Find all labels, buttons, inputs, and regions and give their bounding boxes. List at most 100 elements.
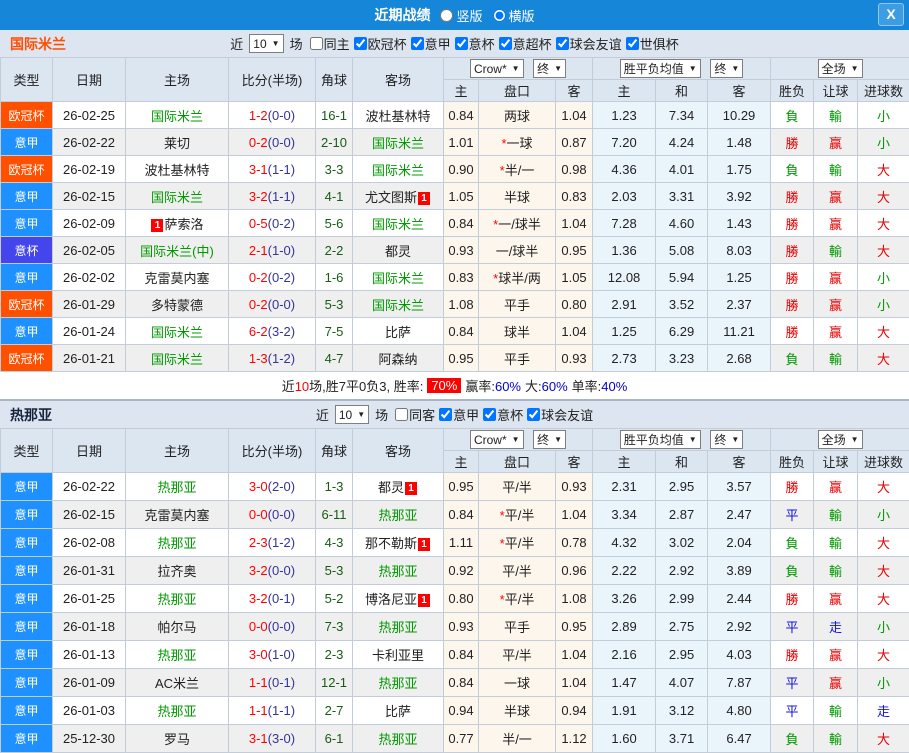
full-time-score: 2-3 xyxy=(249,535,268,550)
crow-away-odds: 1.04 xyxy=(556,669,593,697)
crow-home-odds: 0.83 xyxy=(444,264,479,291)
checkbox[interactable] xyxy=(483,408,496,421)
checkbox[interactable] xyxy=(439,408,452,421)
crow-home-odds: 0.95 xyxy=(444,473,479,501)
checkbox[interactable] xyxy=(411,37,424,50)
score-cell: 0-2(0-0) xyxy=(229,129,316,156)
layout-option-horizontal[interactable]: 横版 xyxy=(493,6,535,25)
checkbox[interactable] xyxy=(626,37,639,50)
odds-final-select[interactable]: 终▼ xyxy=(533,59,566,78)
filter-checkbox[interactable]: 意杯 xyxy=(479,405,523,424)
summary-stat: 单率:40% xyxy=(572,376,628,395)
result-wdl: 勝 xyxy=(771,210,814,237)
avg-select[interactable]: 胜平负均值▼ xyxy=(620,59,701,78)
crow-away-odds: 0.78 xyxy=(556,529,593,557)
filter-checkbox[interactable]: 欧冠杯 xyxy=(350,34,407,53)
corner-score: 5-3 xyxy=(316,557,353,585)
col-away: 客场 xyxy=(353,58,444,102)
filter-checkbox[interactable]: 意甲 xyxy=(407,34,451,53)
filter-checkbox[interactable]: 同主 xyxy=(306,34,350,53)
half-time-score: (1-2) xyxy=(268,535,295,550)
full-time-score: 1-3 xyxy=(249,351,268,366)
result-handicap: 赢 xyxy=(814,318,858,345)
close-icon[interactable]: X xyxy=(878,3,904,26)
result-handicap: 輸 xyxy=(814,237,858,264)
league-badge: 意甲 xyxy=(1,529,53,557)
filter-checkbox[interactable]: 意甲 xyxy=(435,405,479,424)
star-marker: * xyxy=(500,536,505,551)
match-row: 意甲26-01-13热那亚3-0(1-0)2-3卡利亚里0.84平/半1.042… xyxy=(1,641,909,669)
result-goals: 大 xyxy=(858,345,909,372)
filter-checkbox[interactable]: 球会友谊 xyxy=(552,34,622,53)
crow-away-odds: 1.12 xyxy=(556,725,593,753)
filter-checkbox[interactable]: 意超杯 xyxy=(495,34,552,53)
avg-select[interactable]: 胜平负均值▼ xyxy=(620,430,701,449)
checkbox[interactable] xyxy=(556,37,569,50)
scope-select[interactable]: 全场▼ xyxy=(818,430,863,449)
away-team: 比萨 xyxy=(353,318,444,345)
crow-away-odds: 0.98 xyxy=(556,156,593,183)
handicap-line: *平/半 xyxy=(479,501,556,529)
corner-score: 3-3 xyxy=(316,156,353,183)
layout-option-vertical[interactable]: 竖版 xyxy=(440,6,482,25)
avg-draw-odds: 2.95 xyxy=(656,473,708,501)
crow-home-odds: 0.94 xyxy=(444,697,479,725)
avg-home-odds: 2.16 xyxy=(593,641,656,669)
avg-final-select[interactable]: 终▼ xyxy=(710,430,743,449)
score-cell: 0-2(0-0) xyxy=(229,291,316,318)
result-handicap: 輸 xyxy=(814,102,858,129)
checkbox[interactable] xyxy=(499,37,512,50)
match-date: 25-12-30 xyxy=(53,725,126,753)
checkbox[interactable] xyxy=(354,37,367,50)
col-home: 主场 xyxy=(126,58,229,102)
home-team: 热那亚 xyxy=(126,641,229,669)
avg-final-select[interactable]: 终▼ xyxy=(710,59,743,78)
filter-checkbox[interactable]: 意杯 xyxy=(451,34,495,53)
inter-filter-row: 国际米兰 近 10▼ 场 同主欧冠杯意甲意杯意超杯球会友谊世俱杯 xyxy=(0,30,909,57)
odds-company-select[interactable]: Crow*▼ xyxy=(470,430,524,449)
match-date: 26-01-13 xyxy=(53,641,126,669)
matches-label: 场 xyxy=(375,405,388,424)
filter-checkbox[interactable]: 世俱杯 xyxy=(622,34,679,53)
league-badge: 意甲 xyxy=(1,725,53,753)
radio-vertical[interactable] xyxy=(440,9,453,22)
half-time-score: (1-1) xyxy=(268,703,295,718)
match-row: 意甲26-02-15克雷莫内塞0-0(0-0)6-11热那亚0.84*平/半1.… xyxy=(1,501,909,529)
odds-final-select[interactable]: 终▼ xyxy=(533,430,566,449)
avg-draw-odds: 3.52 xyxy=(656,291,708,318)
result-goals: 小 xyxy=(858,669,909,697)
radio-horizontal[interactable] xyxy=(493,9,506,22)
handicap-line: *一/球半 xyxy=(479,210,556,237)
result-goals: 大 xyxy=(858,237,909,264)
match-row: 欧冠杯26-02-19波杜基林特3-1(1-1)3-3国际米兰0.90*半/一0… xyxy=(1,156,909,183)
filter-checkbox[interactable]: 球会友谊 xyxy=(523,405,593,424)
chevron-down-icon: ▼ xyxy=(554,64,562,73)
avg-away-odds: 2.47 xyxy=(708,501,771,529)
checkbox[interactable] xyxy=(527,408,540,421)
league-badge: 欧冠杯 xyxy=(1,156,53,183)
home-team: 克雷莫内塞 xyxy=(126,264,229,291)
odds-company-select[interactable]: Crow*▼ xyxy=(470,59,524,78)
odds-group-header: Crow*▼ 终▼ xyxy=(444,429,593,451)
result-handicap: 赢 xyxy=(814,473,858,501)
checkbox[interactable] xyxy=(455,37,468,50)
avg-home-odds: 7.20 xyxy=(593,129,656,156)
checkbox[interactable] xyxy=(310,37,323,50)
near-count-select[interactable]: 10▼ xyxy=(335,405,369,424)
checkbox[interactable] xyxy=(395,408,408,421)
star-marker: * xyxy=(500,592,505,607)
result-handicap: 赢 xyxy=(814,291,858,318)
league-badge: 欧冠杯 xyxy=(1,291,53,318)
filter-checkbox[interactable]: 同客 xyxy=(391,405,435,424)
chevron-down-icon: ▼ xyxy=(272,39,280,48)
full-time-score: 0-5 xyxy=(249,216,268,231)
result-handicap: 赢 xyxy=(814,183,858,210)
full-time-score: 0-0 xyxy=(249,507,268,522)
star-marker: * xyxy=(500,163,505,178)
avg-away-odds: 2.92 xyxy=(708,613,771,641)
match-date: 26-01-29 xyxy=(53,291,126,318)
near-count-select[interactable]: 10▼ xyxy=(249,34,283,53)
scope-select[interactable]: 全场▼ xyxy=(818,59,863,78)
avg-home-odds: 3.34 xyxy=(593,501,656,529)
crow-away-odds: 0.80 xyxy=(556,291,593,318)
